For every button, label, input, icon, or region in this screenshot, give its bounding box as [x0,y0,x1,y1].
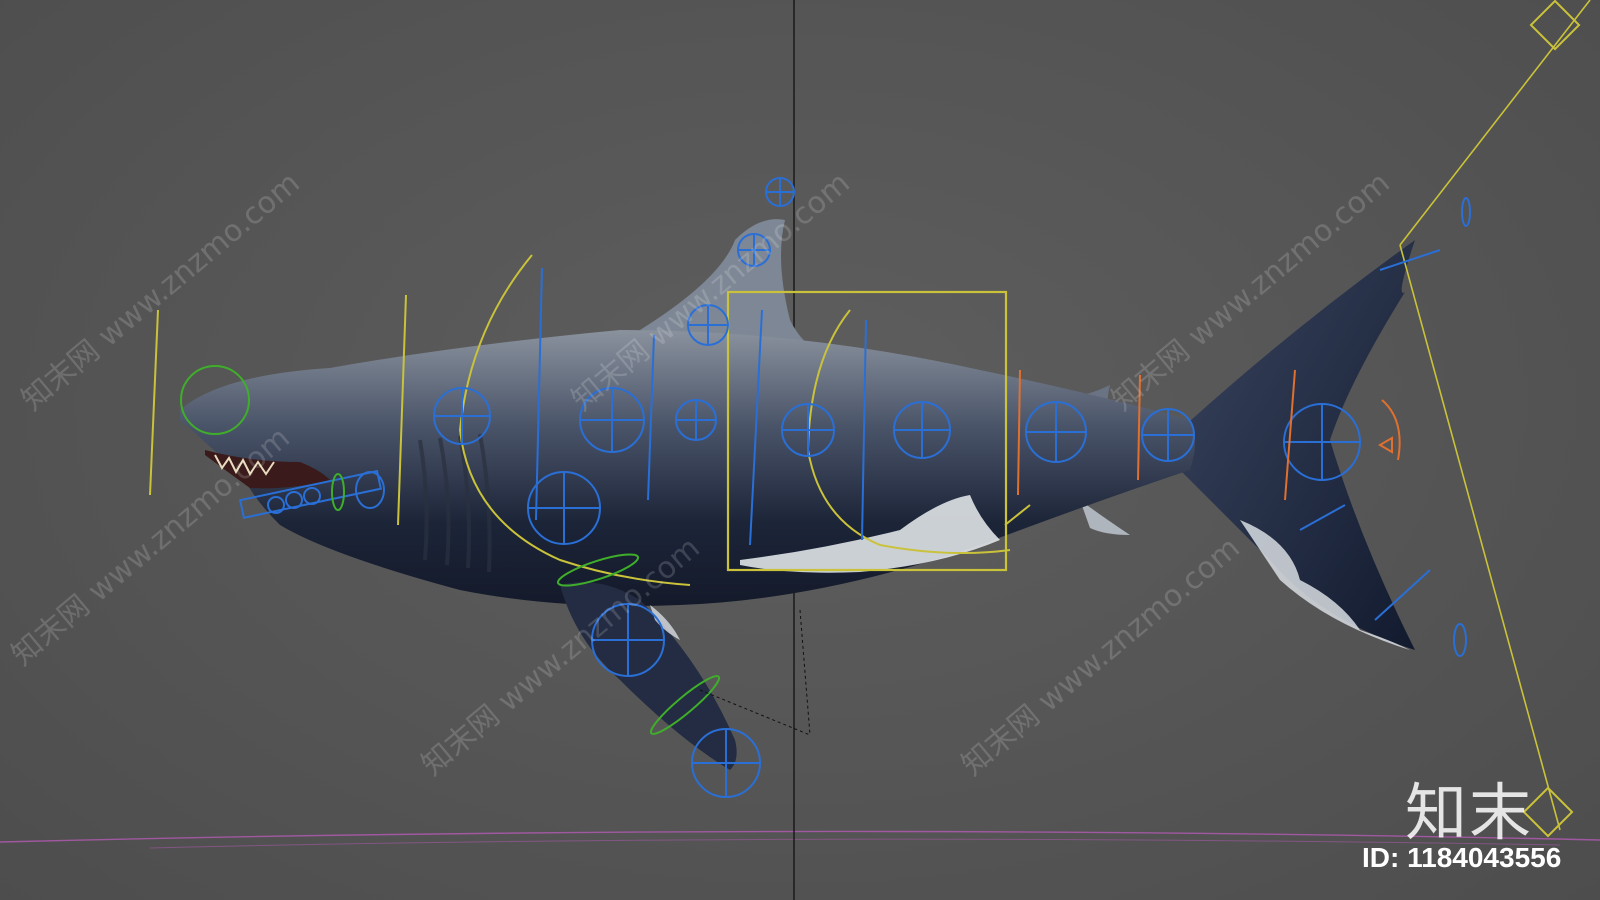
3d-viewport[interactable]: 知末网 www.znzmo.com 知末网 www.znzmo.com 知末网 … [0,0,1600,900]
ground-grid-line [0,830,1600,843]
brand-logo-text: 知末 [1405,776,1534,849]
ground-grid-line-2 [149,838,1561,849]
image-id-label: ID: 1184043556 [1362,842,1562,873]
